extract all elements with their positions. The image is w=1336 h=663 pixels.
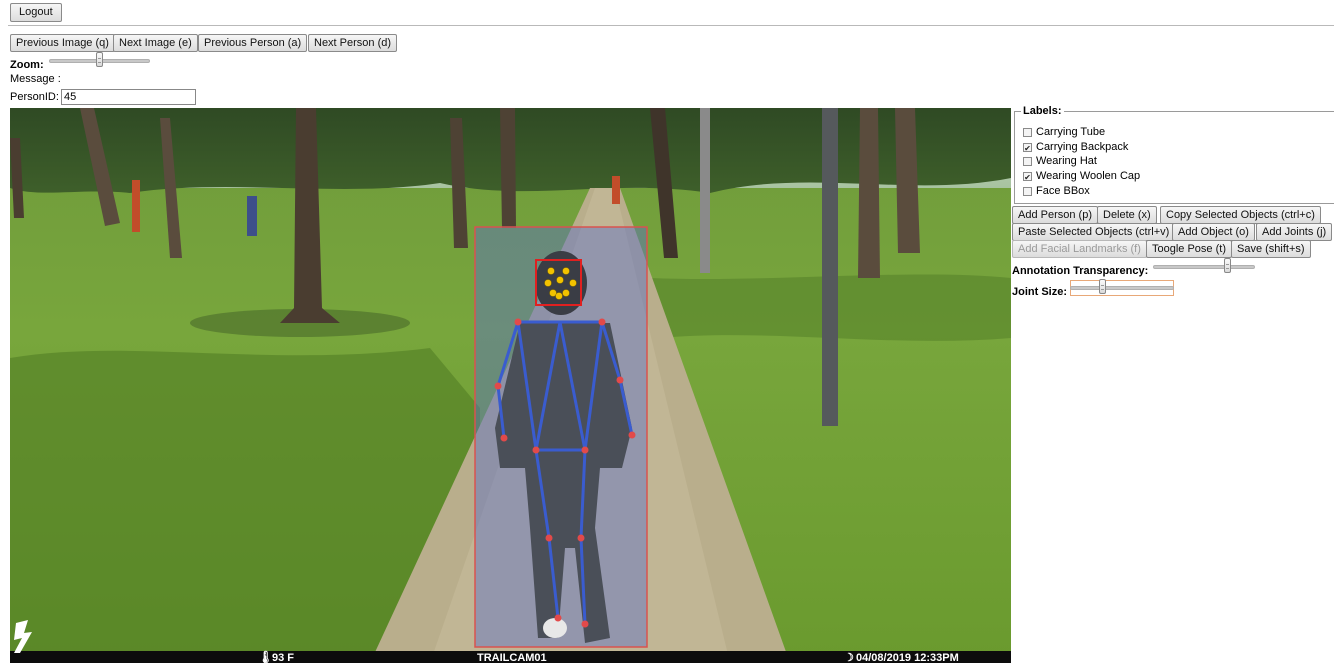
- add-object-button[interactable]: Add Object (o): [1172, 223, 1255, 241]
- lamp-post: [822, 108, 838, 426]
- person-id-label: PersonID:: [10, 91, 59, 103]
- previous-image-button[interactable]: Previous Image (q): [10, 34, 115, 52]
- person-id-input[interactable]: [61, 89, 196, 105]
- zoom-label: Zoom:: [10, 59, 44, 71]
- checkbox[interactable]: [1023, 186, 1032, 196]
- annotation-transparency-slider[interactable]: [1153, 258, 1255, 273]
- toggle-pose-button[interactable]: Toogle Pose (t): [1146, 240, 1232, 258]
- face-landmark-point[interactable]: [544, 279, 552, 287]
- label-wearing-hat[interactable]: Wearing Hat: [1023, 154, 1097, 168]
- add-joints-button[interactable]: Add Joints (j): [1256, 223, 1333, 241]
- add-person-button[interactable]: Add Person (p): [1012, 206, 1098, 224]
- camera-name: TRAILCAM01: [477, 652, 547, 663]
- annotation-transparency-label: Annotation Transparency:: [1012, 265, 1149, 277]
- label-text: Carrying Tube: [1036, 126, 1106, 138]
- labels-fieldset: Labels: Carrying Tube ✔ Carrying Backpac…: [1014, 105, 1334, 204]
- logout-button[interactable]: Logout: [10, 3, 62, 22]
- label-carrying-backpack[interactable]: ✔ Carrying Backpack: [1023, 140, 1128, 154]
- joint-point[interactable]: [577, 534, 585, 542]
- label-wearing-woolen-cap[interactable]: ✔ Wearing Woolen Cap: [1023, 169, 1140, 183]
- joint-point[interactable]: [554, 614, 562, 622]
- save-button[interactable]: Save (shift+s): [1231, 240, 1311, 258]
- joint-point[interactable]: [532, 446, 540, 454]
- label-text: Carrying Backpack: [1036, 141, 1129, 153]
- paste-selected-button[interactable]: Paste Selected Objects (ctrl+v): [1012, 223, 1176, 241]
- divider: [8, 25, 1334, 26]
- checkbox[interactable]: ✔: [1023, 142, 1032, 153]
- lamp-post: [700, 108, 710, 273]
- checkbox[interactable]: [1023, 127, 1032, 137]
- background-post: [132, 180, 140, 232]
- temperature-readout: 93 F: [272, 652, 294, 663]
- joint-point[interactable]: [628, 431, 636, 439]
- zoom-slider[interactable]: [49, 52, 150, 67]
- face-landmark-point[interactable]: [547, 267, 555, 275]
- checkbox[interactable]: [1023, 156, 1032, 166]
- joint-size-slider[interactable]: [1070, 279, 1174, 296]
- annotation-canvas[interactable]: 🌡 93 F TRAILCAM01 ☽ 04/08/2019 12:33PM: [10, 108, 1011, 663]
- face-landmark-point[interactable]: [556, 276, 564, 284]
- joint-point[interactable]: [616, 376, 624, 384]
- tree-trunk: [500, 108, 516, 228]
- label-face-bbox[interactable]: Face BBox: [1023, 184, 1090, 198]
- joint-point[interactable]: [581, 446, 589, 454]
- tree-trunk: [858, 108, 880, 278]
- joint-point[interactable]: [514, 318, 522, 326]
- camera-datetime: 04/08/2019 12:33PM: [856, 652, 959, 663]
- face-landmark-point[interactable]: [562, 289, 570, 297]
- delete-button[interactable]: Delete (x): [1097, 206, 1157, 224]
- joint-size-label: Joint Size:: [1012, 286, 1068, 298]
- copy-selected-button[interactable]: Copy Selected Objects (ctrl+c): [1160, 206, 1321, 224]
- temperature-icon: 🌡: [258, 650, 273, 663]
- add-facial-landmarks-button[interactable]: Add Facial Landmarks (f): [1012, 240, 1147, 258]
- label-carrying-tube[interactable]: Carrying Tube: [1023, 125, 1105, 139]
- label-text: Face BBox: [1036, 185, 1090, 197]
- next-person-button[interactable]: Next Person (d): [308, 34, 398, 52]
- face-landmark-point[interactable]: [562, 267, 570, 275]
- joint-point[interactable]: [500, 434, 508, 442]
- background-person: [247, 196, 257, 236]
- next-image-button[interactable]: Next Image (e): [113, 34, 198, 52]
- label-text: Wearing Woolen Cap: [1036, 170, 1141, 182]
- labels-legend: Labels:: [1021, 105, 1064, 117]
- checkbox[interactable]: ✔: [1023, 171, 1032, 182]
- joint-point[interactable]: [598, 318, 606, 326]
- face-landmark-point[interactable]: [555, 292, 563, 300]
- joint-point[interactable]: [494, 382, 502, 390]
- label-text: Wearing Hat: [1036, 155, 1097, 167]
- previous-person-button[interactable]: Previous Person (a): [198, 34, 308, 52]
- joint-point[interactable]: [545, 534, 553, 542]
- background-person: [612, 176, 620, 204]
- joint-point[interactable]: [581, 620, 589, 628]
- message-label: Message :: [10, 73, 61, 85]
- moon-icon: ☽: [844, 652, 854, 663]
- face-landmark-point[interactable]: [569, 279, 577, 287]
